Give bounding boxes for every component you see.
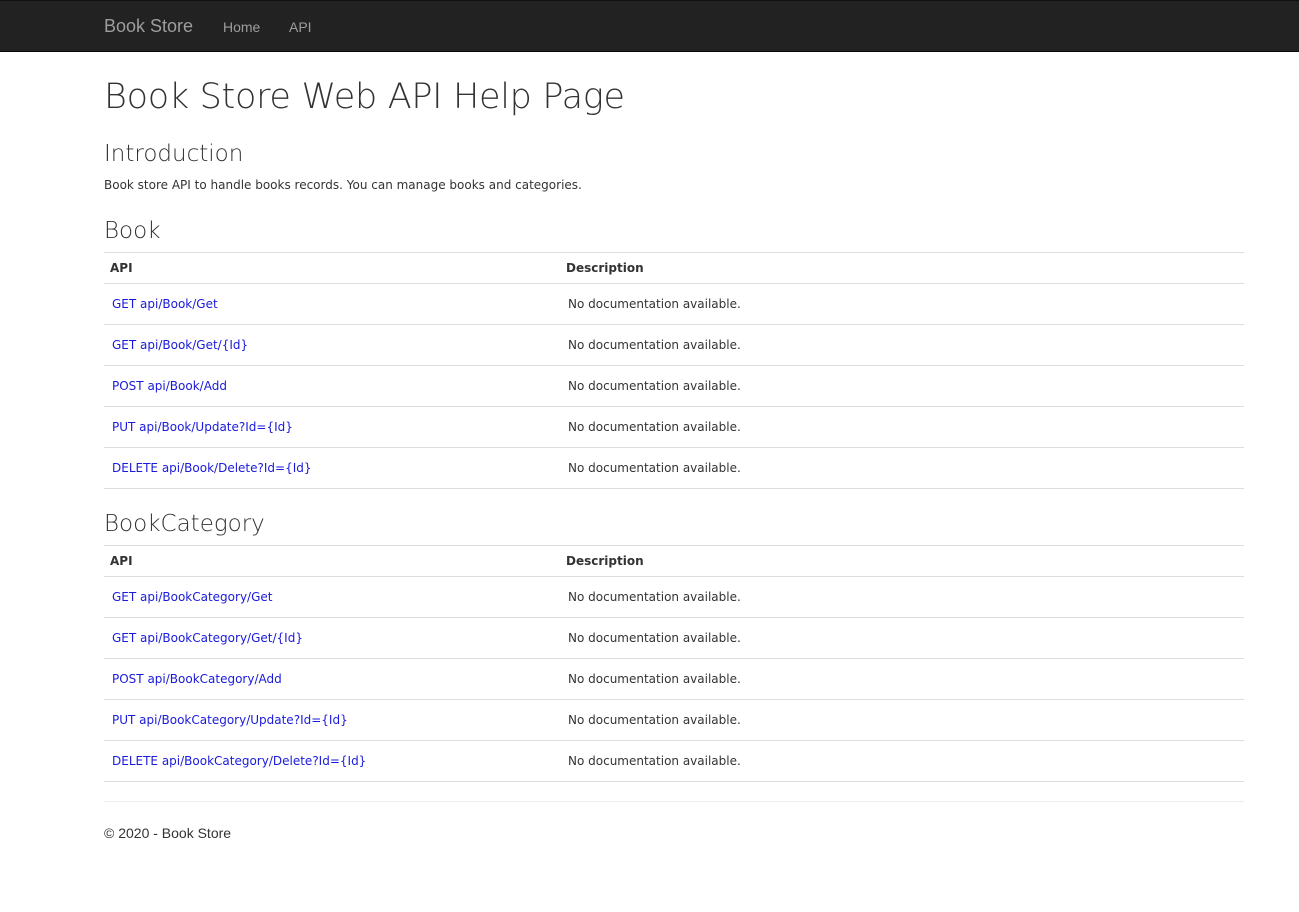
- footer-divider: [104, 801, 1244, 802]
- book-api-table: API Description GET api/Book/Get No docume…: [104, 252, 1244, 489]
- description-cell: No documentation available.: [560, 699, 1244, 741]
- description-cell: No documentation available.: [560, 617, 1244, 659]
- api-cell: GET api/BookCategory/Get: [104, 576, 560, 618]
- nav-link-api[interactable]: API: [289, 19, 312, 35]
- table-row: PUT api/BookCategory/Update?Id={Id} No do…: [104, 699, 1244, 741]
- table-row: POST api/Book/Add No documentation availa…: [104, 365, 1244, 407]
- api-cell: PUT api/Book/Update?Id={Id}: [104, 406, 560, 448]
- introduction-heading: Introduction: [104, 141, 244, 167]
- introduction-text: Book store API to handle books records. …: [104, 178, 582, 192]
- table-row: GET api/BookCategory/Get No documentation…: [104, 576, 1244, 618]
- description-cell: No documentation available.: [560, 576, 1244, 618]
- description-cell: No documentation available.: [560, 658, 1244, 700]
- api-cell: GET api/BookCategory/Get/{Id}: [104, 617, 560, 659]
- api-cell: DELETE api/BookCategory/Delete?Id={Id}: [104, 740, 560, 782]
- api-endpoint-link[interactable]: GET api/BookCategory/Get: [112, 590, 272, 604]
- bookcategory-api-table: API Description GET api/BookCategory/Get N…: [104, 545, 1244, 782]
- bookcategory-api-rows: GET api/BookCategory/Get No documentation…: [104, 576, 1244, 782]
- table-row: GET api/BookCategory/Get/{Id} No document…: [104, 617, 1244, 659]
- api-cell: DELETE api/Book/Delete?Id={Id}: [104, 447, 560, 489]
- footer-copyright: © 2020 - Book Store: [104, 825, 232, 841]
- table-header-row: API Description: [104, 252, 1244, 284]
- book-section-heading: Book: [104, 218, 161, 244]
- api-endpoint-link[interactable]: DELETE api/BookCategory/Delete?Id={Id}: [112, 754, 366, 768]
- api-endpoint-link[interactable]: POST api/BookCategory/Add: [112, 672, 282, 686]
- api-endpoint-link[interactable]: POST api/Book/Add: [112, 379, 227, 393]
- api-cell: POST api/Book/Add: [104, 365, 560, 407]
- table-row: POST api/BookCategory/Add No documentatio…: [104, 658, 1244, 700]
- description-cell: No documentation available.: [560, 740, 1244, 782]
- description-cell: No documentation available.: [560, 365, 1244, 407]
- book-api-rows: GET api/Book/Get No documentation availab…: [104, 283, 1244, 489]
- api-endpoint-link[interactable]: GET api/BookCategory/Get/{Id}: [112, 631, 303, 645]
- api-endpoint-link[interactable]: PUT api/Book/Update?Id={Id}: [112, 420, 293, 434]
- api-endpoint-link[interactable]: GET api/Book/Get/{Id}: [112, 338, 248, 352]
- description-column-header: Description: [560, 545, 1244, 577]
- nav-link-home[interactable]: Home: [223, 19, 260, 35]
- api-cell: POST api/BookCategory/Add: [104, 658, 560, 700]
- table-row: GET api/Book/Get/{Id} No documentation av…: [104, 324, 1244, 366]
- table-row: DELETE api/Book/Delete?Id={Id} No documen…: [104, 447, 1244, 489]
- api-column-header: API: [104, 252, 560, 284]
- table-row: DELETE api/BookCategory/Delete?Id={Id} No…: [104, 740, 1244, 782]
- table-header-row: API Description: [104, 545, 1244, 577]
- table-row: PUT api/Book/Update?Id={Id} No documentat…: [104, 406, 1244, 448]
- top-navbar: Book Store Home API: [0, 0, 1299, 52]
- api-endpoint-link[interactable]: DELETE api/Book/Delete?Id={Id}: [112, 461, 312, 475]
- description-cell: No documentation available.: [560, 324, 1244, 366]
- page-title: Book Store Web API Help Page: [104, 77, 625, 117]
- description-cell: No documentation available.: [560, 283, 1244, 325]
- description-column-header: Description: [560, 252, 1244, 284]
- table-row: GET api/Book/Get No documentation availab…: [104, 283, 1244, 325]
- brand-link[interactable]: Book Store: [104, 16, 193, 36]
- description-cell: No documentation available.: [560, 447, 1244, 489]
- api-cell: GET api/Book/Get: [104, 283, 560, 325]
- api-cell: GET api/Book/Get/{Id}: [104, 324, 560, 366]
- api-column-header: API: [104, 545, 560, 577]
- description-cell: No documentation available.: [560, 406, 1244, 448]
- api-endpoint-link[interactable]: PUT api/BookCategory/Update?Id={Id}: [112, 713, 348, 727]
- api-endpoint-link[interactable]: GET api/Book/Get: [112, 297, 218, 311]
- api-cell: PUT api/BookCategory/Update?Id={Id}: [104, 699, 560, 741]
- bookcategory-section-heading: BookCategory: [104, 511, 265, 537]
